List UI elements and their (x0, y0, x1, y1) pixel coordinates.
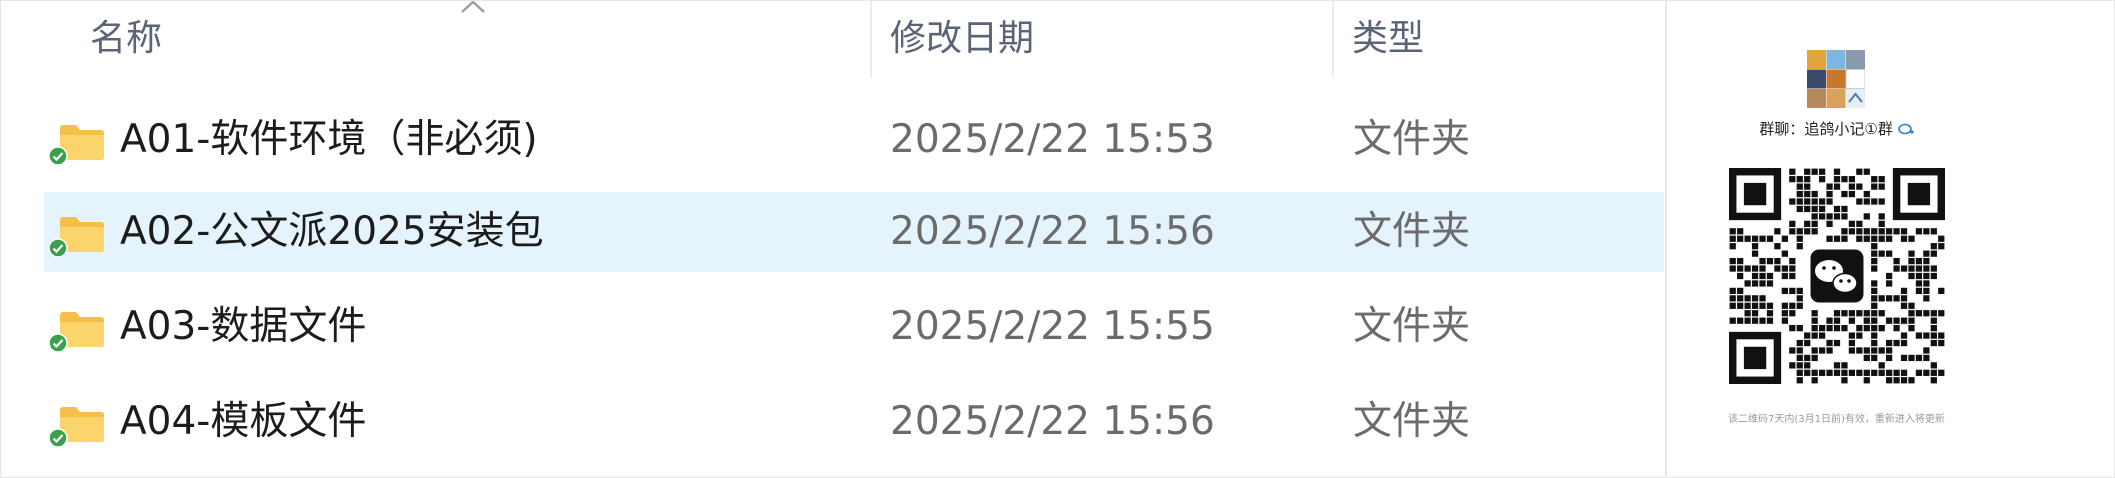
column-header-name[interactable]: 名称 (90, 14, 162, 64)
qr-expiry-note: 该二维码7天内(3月1日前)有效，重新进入将更新 (1728, 414, 1945, 425)
folder-type: 文件夹 (1353, 209, 1471, 254)
folder-name: A04-模板文件 (120, 399, 367, 444)
column-header-type[interactable]: 类型 (1352, 14, 1424, 64)
wechat-icon (1807, 246, 1867, 306)
group-qr-panel: 群聊：追鸽小记①群 该二维码7天内(3月1日前)有效，重新进入将更新 (1665, 0, 2008, 476)
sync-status-icon (48, 333, 68, 353)
chat-bubble-icon (1897, 123, 1914, 135)
folder-modified-date: 2025/2/22 15:53 (890, 117, 1215, 162)
group-avatar-icon (1807, 50, 1865, 108)
column-divider[interactable] (870, 0, 872, 78)
qr-code (1729, 168, 1945, 384)
folder-row[interactable]: A04-模板文件 2025/2/22 15:56 文件夹 (44, 382, 1664, 462)
sort-ascending-icon[interactable] (460, 0, 486, 14)
group-name-label: 群聊：追鸽小记①群 (1667, 118, 2006, 139)
sync-status-icon (48, 146, 68, 166)
folder-name: A02-公文派2025安装包 (120, 209, 544, 254)
sync-status-icon (48, 428, 68, 448)
folder-type: 文件夹 (1353, 399, 1471, 444)
folder-type: 文件夹 (1353, 304, 1471, 349)
folder-row[interactable]: A02-公文派2025安装包 2025/2/22 15:56 文件夹 (44, 192, 1664, 272)
folder-name: A03-数据文件 (120, 304, 367, 349)
folder-row[interactable]: A03-数据文件 2025/2/22 15:55 文件夹 (44, 287, 1664, 367)
folder-type: 文件夹 (1353, 117, 1471, 162)
folder-modified-date: 2025/2/22 15:56 (890, 209, 1215, 254)
file-explorer: 名称 修改日期 类型 A01-软件环境（非必须) 2025/2/22 15:53 文… (0, 0, 1665, 478)
folder-row[interactable]: A01-软件环境（非必须) 2025/2/22 15:53 文件夹 (44, 100, 1664, 180)
folder-name: A01-软件环境（非必须) (120, 117, 538, 162)
column-header-modified[interactable]: 修改日期 (890, 14, 1034, 64)
column-divider[interactable] (1332, 0, 1334, 78)
column-header: 名称 修改日期 类型 (0, 0, 1665, 78)
sync-status-icon (48, 238, 68, 258)
blank-region (2006, 0, 2115, 478)
folder-modified-date: 2025/2/22 15:56 (890, 399, 1215, 444)
folder-modified-date: 2025/2/22 15:55 (890, 304, 1215, 349)
